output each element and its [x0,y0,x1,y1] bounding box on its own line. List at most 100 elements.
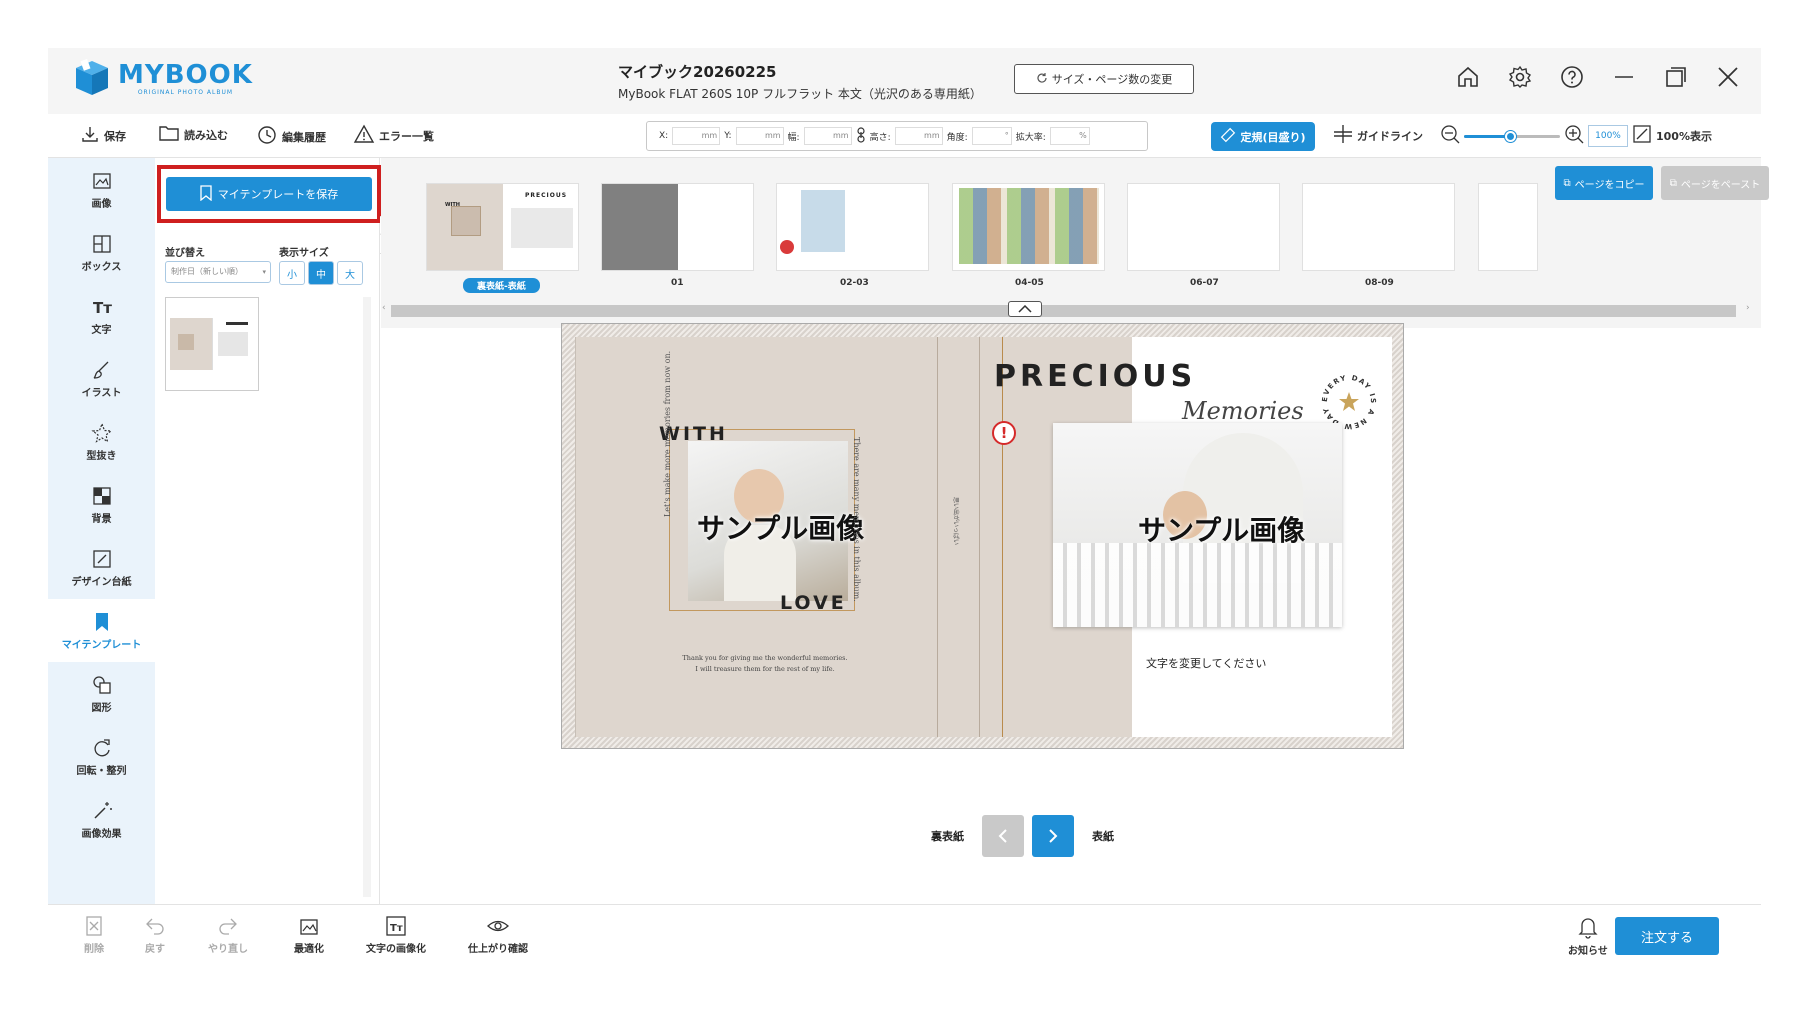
copy-page-button[interactable]: ⧉ ページをコピー [1555,166,1653,200]
document-title: マイブック20260225 [618,63,777,81]
box-icon [91,233,113,255]
guideline-button[interactable]: ガイドライン [1333,124,1423,147]
sidebar-item-box[interactable]: ボックス [48,221,155,284]
page-thumb-04-05[interactable] [952,183,1105,271]
zoom-in-icon[interactable] [1564,124,1584,147]
page-thumb-02-03[interactable] [776,183,929,271]
strip-collapse-button[interactable] [1008,301,1042,317]
error-list-button[interactable]: エラー一覧 [353,124,434,147]
width-label: 幅: [787,132,800,143]
page-thumb-next[interactable] [1478,183,1538,271]
magic-wand-icon [91,800,113,822]
zoom-slider[interactable] [1464,128,1560,144]
ruler-toggle-button[interactable]: 定規(目盛り) [1211,122,1315,151]
love-text[interactable]: LOVE [780,592,847,614]
order-button[interactable]: 注文する [1615,917,1719,955]
scroll-right-icon[interactable]: › [1746,303,1750,313]
sidebar-item-brush[interactable]: イラスト [48,347,155,410]
thanks-line-1: Thank you for giving me the wonderful me… [682,654,848,662]
zoom-out-icon[interactable] [1440,124,1460,147]
spine-text[interactable]: 思い出がいっぱい [952,497,961,545]
warning-alert-icon[interactable]: ! [992,421,1016,445]
minimize-icon[interactable] [1611,64,1637,90]
sidebar-item-label: デザイン台紙 [71,576,132,588]
precious-text[interactable]: PRECIOUS [994,359,1196,394]
y-field[interactable]: mm [735,127,784,145]
gear-icon[interactable] [1507,64,1533,90]
memories-text[interactable]: Memories [1182,397,1304,425]
optimize-button[interactable]: 最適化 [294,915,324,955]
delete-button[interactable]: 削除 [84,915,104,955]
paste-page-button[interactable]: ⧉ ページをペースト [1661,166,1769,200]
zoom-controls: 100% 100%表示 [1440,124,1712,147]
size-medium-button[interactable]: 中 [308,261,334,285]
sidebar-item-text[interactable]: Tт 文字 [48,284,155,347]
prev-page-button[interactable] [982,815,1024,857]
front-cover[interactable]: PRECIOUS Memories EVERY DAY IS A NEW DAY… [994,337,1392,737]
page-label-cover[interactable]: 裏表紙-表紙 [463,278,540,293]
scale-field[interactable]: % [1049,127,1090,145]
size-small-button[interactable]: 小 [279,261,305,285]
sidebar-item-star-cutout[interactable]: 型抜き [48,410,155,473]
image-icon [91,170,113,192]
height-field[interactable]: mm [894,127,943,145]
sidebar-item-design-mount[interactable]: デザイン台紙 [48,536,155,599]
panel-scrollbar[interactable] [363,297,371,897]
editable-text-placeholder[interactable]: 文字を変更してください [1146,655,1266,671]
thanks-message[interactable]: Thank you for giving me the wonderful me… [665,653,865,675]
cover-spread[interactable]: WITH LOVE サンプル画像 Let's make more memorie… [561,323,1404,749]
x-field[interactable]: mm [672,127,721,145]
link-ratio-icon[interactable] [856,126,866,146]
sidebar-item-bookmark[interactable]: マイテンプレート [48,599,155,662]
fit-100-label[interactable]: 100%表示 [1656,128,1712,144]
width-field[interactable]: mm [803,127,852,145]
page-label-08-09[interactable]: 08-09 [1365,278,1394,288]
save-button[interactable]: 保存 [80,124,126,147]
page-label-04-05[interactable]: 04-05 [1015,278,1044,288]
delete-label: 削除 [84,944,104,955]
home-icon[interactable] [1455,64,1481,90]
scroll-left-icon[interactable]: ‹ [382,303,386,313]
bookmark-icon [91,611,113,633]
notice-button[interactable]: お知らせ [1568,915,1608,957]
page-thumb-01[interactable] [601,183,754,271]
page-label-06-07[interactable]: 06-07 [1190,278,1219,288]
page-thumb-06-07[interactable] [1127,183,1280,271]
page-label-02-03[interactable]: 02-03 [840,278,869,288]
preview-button[interactable]: 仕上がり確認 [468,915,528,955]
help-icon[interactable] [1559,64,1585,90]
sidebar-item-background[interactable]: 背景 [48,473,155,536]
sidebar-item-magic-wand[interactable]: 画像効果 [48,788,155,851]
sidebar-item-shape[interactable]: 図形 [48,662,155,725]
next-page-button[interactable] [1032,815,1074,857]
zoom-slider-knob[interactable] [1505,130,1516,142]
sidebar-item-image[interactable]: 画像 [48,158,155,221]
load-button[interactable]: 読み込む [158,124,228,145]
page-thumb-08-09[interactable] [1302,183,1455,271]
template-thumbnail[interactable] [165,297,259,391]
vertical-text-left[interactable]: Let's make more memories from now on. [663,351,672,517]
vertical-text-right[interactable]: There are many memories in this album. [852,437,861,602]
sidebar-item-label: 画像効果 [81,828,122,840]
page-label-01[interactable]: 01 [671,278,684,288]
undo-button[interactable]: 戻す [144,915,166,955]
sort-select[interactable]: 制作日（新しい順） ▾ [165,261,271,283]
sidebar-item-rotate[interactable]: 回転・整列 [48,725,155,788]
text-to-image-button[interactable]: Tт 文字の画像化 [366,915,426,955]
redo-icon [217,915,239,940]
restore-icon[interactable] [1663,64,1689,90]
angle-field[interactable]: ° [971,127,1012,145]
close-icon[interactable] [1715,64,1741,90]
back-cover-and-spine[interactable]: WITH LOVE サンプル画像 Let's make more memorie… [575,337,1132,737]
size-large-button[interactable]: 大 [337,261,363,285]
page-navigation: 裏表紙 表紙 [931,815,1114,857]
zoom-value[interactable]: 100% [1588,124,1628,147]
page-thumb-cover[interactable]: WITH PRECIOUS [426,183,579,271]
size-page-change-button[interactable]: サイズ・ページ数の変更 [1014,64,1194,94]
history-button[interactable]: 編集履歴 [256,124,326,149]
redo-button[interactable]: やり直し [208,915,248,955]
fit-100-icon[interactable] [1632,124,1652,147]
document-title-block: マイブック20260225 MyBook FLAT 260S 10P フルフラッ… [618,61,982,102]
sidebar-item-label: 図形 [91,702,112,714]
page-strip-scrollbar[interactable] [391,305,1736,317]
